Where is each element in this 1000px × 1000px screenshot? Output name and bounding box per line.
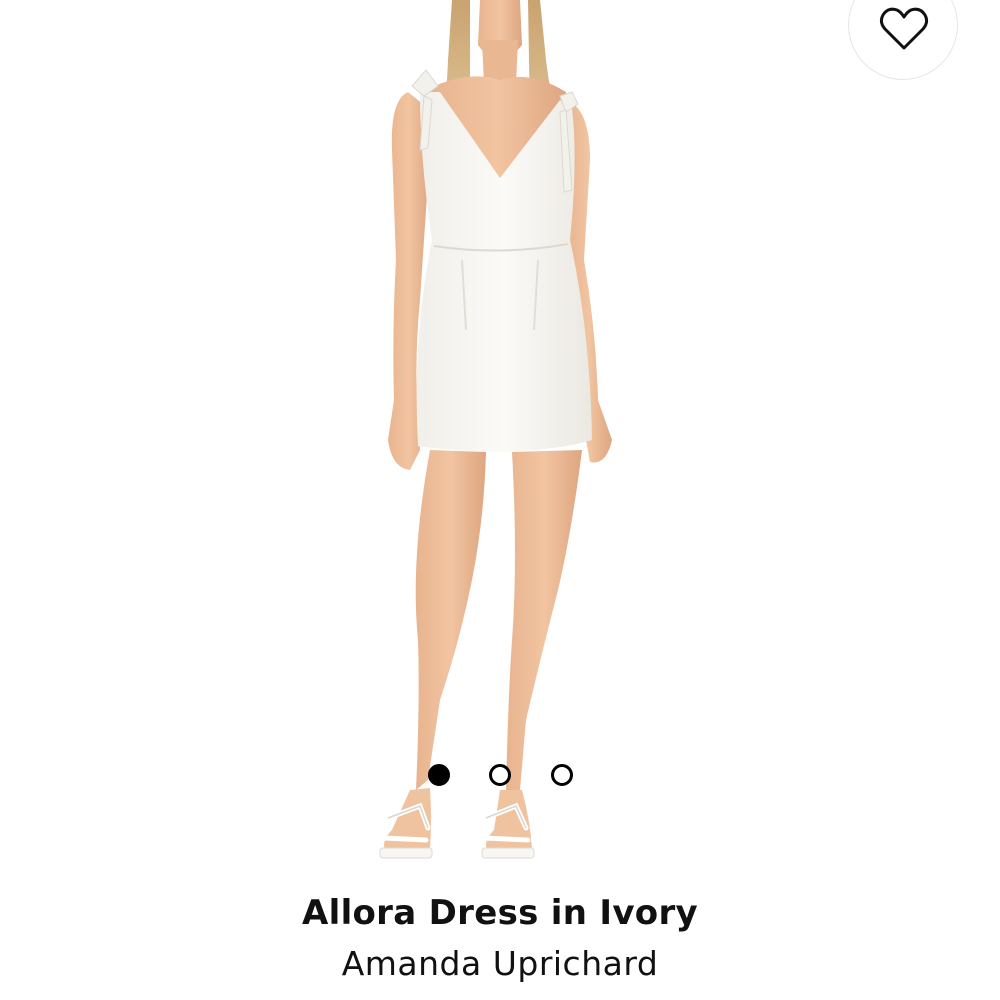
image-carousel-indicator: [428, 764, 578, 786]
carousel-dot-2[interactable]: [489, 764, 511, 786]
carousel-dot-1[interactable]: [428, 764, 450, 786]
product-image[interactable]: [0, 0, 1000, 880]
model-illustration: [379, 0, 612, 859]
heart-outline-icon: [879, 6, 929, 52]
product-title: Allora Dress in Ivory: [302, 893, 698, 933]
carousel-dot-3[interactable]: [551, 764, 573, 786]
product-brand[interactable]: Amanda Uprichard: [0, 944, 1000, 983]
product-page: Allora Dress in Ivory Amanda Uprichard: [0, 0, 1000, 1000]
